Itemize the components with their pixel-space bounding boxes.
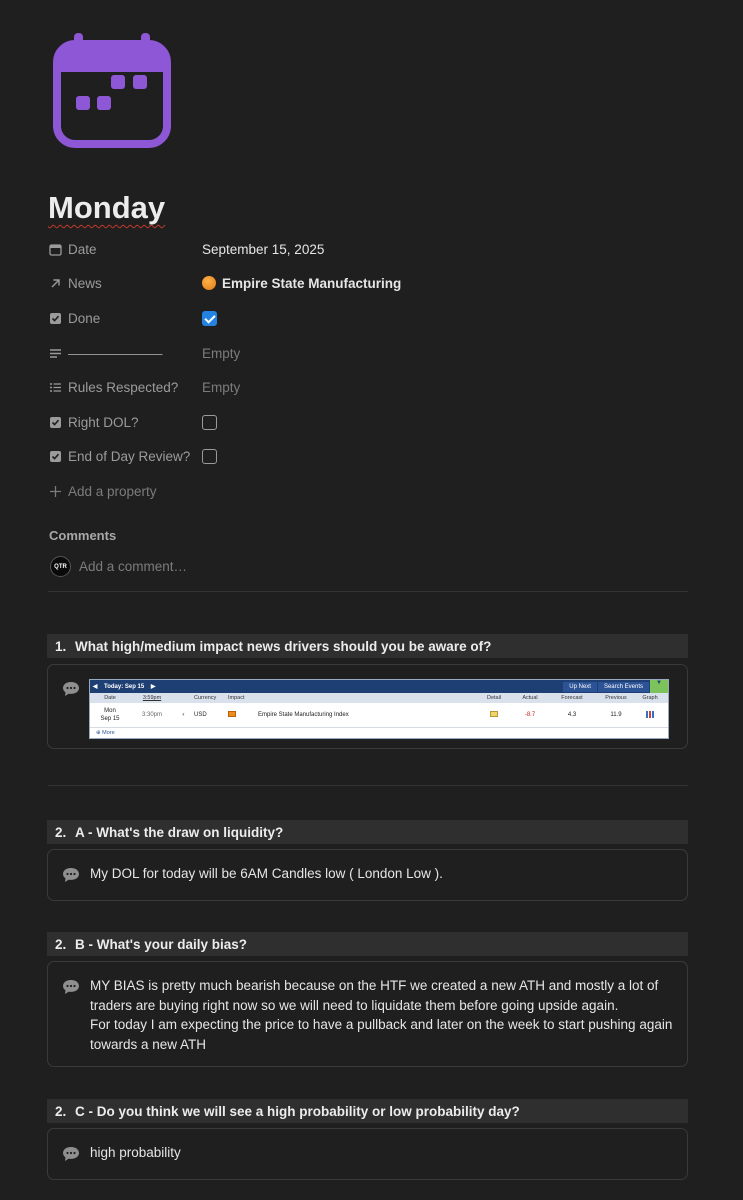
avatar: QTR xyxy=(50,556,71,577)
search-events-button: Search Events xyxy=(597,681,649,692)
property-news[interactable]: News Empire State Manufacturing xyxy=(48,267,688,302)
question-text: A - What's the draw on liquidity? xyxy=(75,824,284,840)
calendar-event-row: Mon Sep 15 3:30pm 🔈︎ USD Empire State Man… xyxy=(90,703,668,728)
rules-respected-value[interactable]: Empty xyxy=(202,380,240,395)
question-heading-2a[interactable]: 2. A - What's the draw on liquidity? xyxy=(47,820,688,844)
property-separator[interactable]: ——————— Empty xyxy=(48,336,688,371)
separator-value[interactable]: Empty xyxy=(202,346,240,361)
arrow-up-right-icon xyxy=(48,277,62,291)
news-relation-link[interactable]: Empire State Manufacturing xyxy=(202,276,401,291)
divider xyxy=(48,591,688,592)
date-value[interactable]: September 15, 2025 xyxy=(202,242,324,257)
question-heading-2b[interactable]: 2. B - What's your daily bias? xyxy=(47,932,688,956)
prev-arrow-icon: ◀ xyxy=(92,684,98,690)
economic-calendar-image: ◀ Today: Sep 15 ▶ Up Next Search Events … xyxy=(89,679,669,739)
properties-list: Date September 15, 2025 News Empire Stat… xyxy=(48,232,688,509)
calendar-icon xyxy=(48,242,62,256)
callout-news[interactable]: ◀ Today: Sep 15 ▶ Up Next Search Events … xyxy=(47,664,688,749)
comment-composer[interactable]: QTR Add a comment… xyxy=(50,556,187,577)
list-number: 2. xyxy=(55,936,67,952)
list-number: 2. xyxy=(55,824,67,840)
callout-dol[interactable]: My DOL for today will be 6AM Candles low… xyxy=(47,849,688,901)
next-arrow-icon: ▶ xyxy=(150,684,156,690)
speech-bubble-icon xyxy=(63,682,79,696)
question-heading-2c[interactable]: 2. C - Do you think we will see a high p… xyxy=(47,1099,688,1123)
list-number: 1. xyxy=(55,638,67,654)
calendar-icon xyxy=(53,33,171,148)
today-label: Today: Sep 15 xyxy=(104,683,145,690)
property-done[interactable]: Done xyxy=(48,301,688,336)
property-date[interactable]: Date September 15, 2025 xyxy=(48,232,688,267)
impact-icon xyxy=(228,711,236,717)
comment-input[interactable]: Add a comment… xyxy=(79,559,187,574)
add-property-button[interactable]: Add a property xyxy=(48,474,688,509)
property-label: News xyxy=(68,276,102,292)
plus-icon xyxy=(48,484,62,498)
property-right-dol[interactable]: Right DOL? xyxy=(48,405,688,440)
done-checkbox[interactable] xyxy=(202,310,217,326)
speech-bubble-icon xyxy=(63,980,79,994)
property-label: End of Day Review? xyxy=(68,449,191,465)
checkbox-icon xyxy=(48,450,62,464)
property-rules-respected[interactable]: Rules Respected? Empty xyxy=(48,370,688,405)
list-number: 2. xyxy=(55,1103,67,1119)
list-icon xyxy=(48,381,62,395)
calendar-header-row: Date 3:59pm Currency Impact Detail Actua… xyxy=(90,693,668,703)
answer-text[interactable]: high probability xyxy=(90,1143,673,1163)
end-of-day-review-checkbox[interactable] xyxy=(202,449,217,465)
speech-bubble-icon xyxy=(63,868,79,882)
right-dol-checkbox[interactable] xyxy=(202,414,217,430)
comments-heading: Comments xyxy=(49,528,117,543)
speech-bubble-icon xyxy=(63,1147,79,1161)
property-label: Rules Respected? xyxy=(68,380,179,396)
answer-text[interactable]: MY BIAS is pretty much bearish because o… xyxy=(90,976,673,1054)
graph-icon xyxy=(646,710,654,718)
page-title[interactable]: Monday xyxy=(48,190,165,226)
property-end-of-day-review[interactable]: End of Day Review? xyxy=(48,440,688,475)
news-page-icon xyxy=(202,276,216,291)
add-property-label: Add a property xyxy=(68,483,157,499)
callout-bias[interactable]: MY BIAS is pretty much bearish because o… xyxy=(47,961,688,1067)
callout-probability[interactable]: high probability xyxy=(47,1128,688,1180)
detail-folder-icon xyxy=(490,711,498,717)
speaker-icon: 🔈︎ xyxy=(182,711,186,718)
question-heading-1[interactable]: 1. What high/medium impact news drivers … xyxy=(47,634,688,658)
question-text: C - Do you think we will see a high prob… xyxy=(75,1103,520,1119)
news-title[interactable]: Empire State Manufacturing xyxy=(222,276,401,291)
property-label: Right DOL? xyxy=(68,414,139,430)
divider xyxy=(48,785,688,786)
up-next-button: Up Next xyxy=(563,681,597,692)
text-lines-icon xyxy=(48,346,62,360)
answer-text[interactable]: My DOL for today will be 6AM Candles low… xyxy=(90,864,673,884)
filter-icon: ▼ xyxy=(650,680,668,693)
checkbox-icon xyxy=(48,415,62,429)
question-text: B - What's your daily bias? xyxy=(75,936,247,952)
property-label: Done xyxy=(68,310,101,326)
property-label: ——————— xyxy=(68,345,163,361)
property-label: Date xyxy=(68,241,97,257)
question-text: What high/medium impact news drivers sho… xyxy=(75,638,492,654)
checkbox-icon xyxy=(48,311,62,325)
